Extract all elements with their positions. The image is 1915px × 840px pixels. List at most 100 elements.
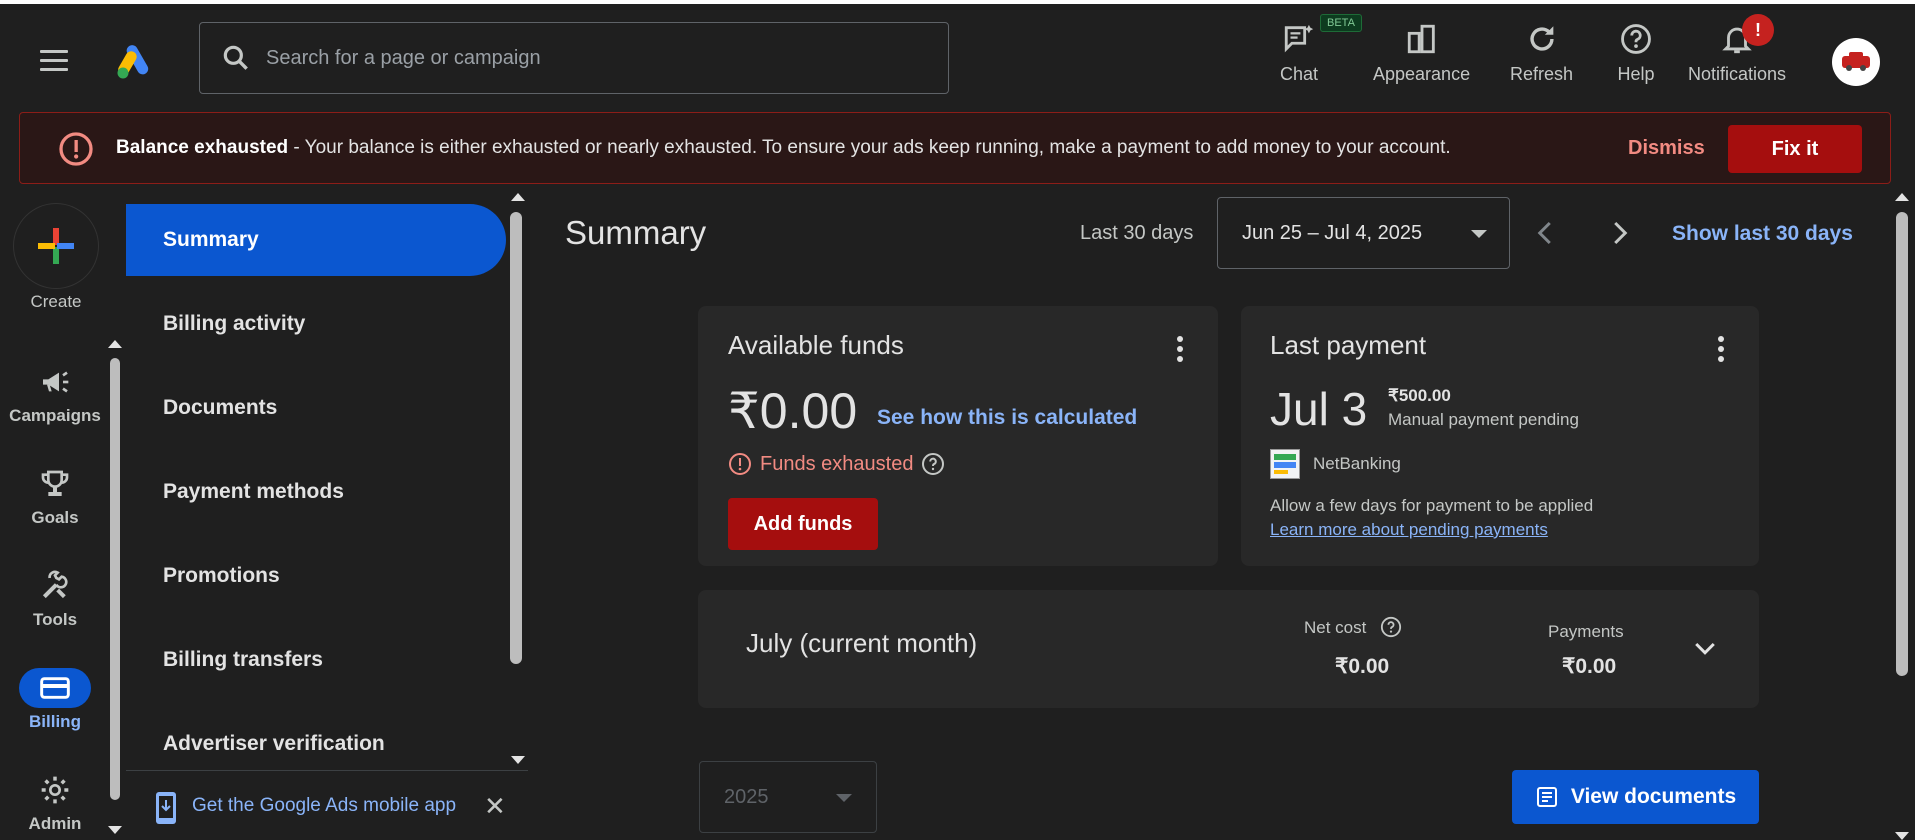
- rail-item-campaigns[interactable]: Campaigns: [0, 362, 110, 426]
- search-icon: [223, 45, 248, 70]
- show-last-30-days-link[interactable]: Show last 30 days: [1672, 222, 1853, 246]
- rail-item-billing[interactable]: Billing: [0, 668, 110, 732]
- payments-value: ₹0.00: [1562, 655, 1617, 678]
- top-app-bar: Search for a page or campaign Chat BETA …: [0, 4, 1915, 108]
- see-how-calculated-link[interactable]: See how this is calculated: [877, 406, 1137, 430]
- notifications-badge: !: [1742, 14, 1774, 46]
- subnav-item-advertiser-verification[interactable]: Advertiser verification: [126, 708, 506, 768]
- main-menu-icon[interactable]: [36, 44, 72, 80]
- available-funds-card: Available funds ₹0.00 See how this is ca…: [698, 306, 1218, 566]
- pending-payments-link[interactable]: Learn more about pending payments: [1270, 520, 1548, 540]
- banner-title: Balance exhausted: [116, 137, 289, 158]
- rail-label-campaigns: Campaigns: [9, 406, 101, 425]
- available-funds-value: ₹0.00: [728, 383, 858, 439]
- net-cost-label: Net cost: [1304, 618, 1367, 637]
- previous-period-icon[interactable]: [1531, 218, 1561, 248]
- create-label: Create: [30, 292, 82, 311]
- subnav-item-promotions[interactable]: Promotions: [126, 540, 506, 612]
- payment-method-name: NetBanking: [1313, 454, 1401, 473]
- caret-down-icon: [1471, 230, 1487, 238]
- funds-status: Funds exhausted: [728, 452, 945, 476]
- refresh-button[interactable]: Refresh: [1510, 20, 1573, 85]
- appearance-label: Appearance: [1373, 64, 1471, 84]
- last-payment-amount: ₹500.00: [1388, 386, 1451, 405]
- error-icon: [59, 132, 93, 166]
- subnav-item-documents[interactable]: Documents: [126, 372, 506, 444]
- dismiss-button[interactable]: Dismiss: [1628, 137, 1705, 160]
- chat-label: Chat: [1280, 64, 1319, 84]
- rail-scrollbar[interactable]: [110, 358, 120, 800]
- balance-alert-banner: Balance exhausted - Your balance is eith…: [19, 112, 1891, 184]
- help-icon: [1621, 24, 1651, 54]
- help-icon[interactable]: [1380, 616, 1402, 638]
- rail-item-admin[interactable]: Admin: [0, 770, 110, 834]
- plus-icon: [38, 228, 74, 264]
- page-title: Summary: [565, 214, 707, 251]
- last-payment-date: Jul 3: [1270, 383, 1368, 435]
- caret-down-icon: [836, 794, 852, 802]
- main-scrollbar[interactable]: [1896, 212, 1908, 676]
- last-payment-title: Last payment: [1270, 330, 1427, 360]
- error-icon: [729, 453, 751, 475]
- rail-item-tools[interactable]: Tools: [0, 566, 110, 630]
- document-icon: [1536, 787, 1557, 807]
- beta-badge: BETA: [1320, 14, 1362, 32]
- rail-label-tools: Tools: [32, 610, 78, 629]
- payments-label: Payments: [1548, 622, 1624, 641]
- account-avatar[interactable]: [1832, 38, 1880, 86]
- rail-scroll-down[interactable]: [108, 826, 122, 834]
- net-cost-value: ₹0.00: [1335, 655, 1390, 678]
- banner-message: - Your balance is either exhausted or ne…: [288, 137, 1451, 158]
- subnav-item-payment-methods[interactable]: Payment methods: [126, 456, 506, 528]
- subnav-item-billing-activity[interactable]: Billing activity: [126, 288, 506, 360]
- subnav-scrollbar[interactable]: [510, 212, 522, 664]
- year-value: 2025: [724, 785, 769, 808]
- rail-item-goals[interactable]: Goals: [0, 464, 110, 528]
- more-options-icon[interactable]: [1711, 334, 1731, 364]
- view-documents-label: View documents: [1570, 785, 1737, 808]
- refresh-label: Refresh: [1510, 64, 1574, 84]
- google-ads-logo[interactable]: [114, 40, 156, 82]
- available-funds-title: Available funds: [728, 330, 904, 360]
- notifications-label: Notifications: [1688, 64, 1787, 84]
- funds-status-text: Funds exhausted: [760, 452, 914, 475]
- create-button[interactable]: [14, 204, 98, 288]
- appearance-button[interactable]: Appearance: [1373, 20, 1470, 85]
- add-funds-button[interactable]: Add funds: [728, 498, 878, 550]
- main-scroll-down[interactable]: [1895, 832, 1909, 840]
- current-month-card[interactable]: July (current month) Net cost ₹0.00 Paym…: [698, 590, 1759, 708]
- credit-card-icon: [40, 677, 70, 699]
- rail-label-admin: Admin: [28, 814, 82, 833]
- next-period-icon[interactable]: [1604, 218, 1634, 248]
- fix-it-button[interactable]: Fix it: [1728, 125, 1862, 173]
- more-options-icon[interactable]: [1170, 334, 1190, 364]
- banner-text: Balance exhausted - Your balance is eith…: [116, 137, 1451, 159]
- date-range-select[interactable]: Jun 25 – Jul 4, 2025: [1217, 197, 1510, 269]
- last-payment-status: Manual payment pending: [1388, 410, 1579, 429]
- mobile-app-link[interactable]: Get the Google Ads mobile app: [192, 795, 456, 817]
- help-icon[interactable]: [921, 452, 945, 476]
- refresh-icon: [1529, 26, 1554, 51]
- subnav-item-billing-transfers[interactable]: Billing transfers: [126, 624, 506, 696]
- close-icon[interactable]: ✕: [484, 791, 506, 822]
- date-range-label: Last 30 days: [1080, 222, 1194, 244]
- phone-icon: [156, 792, 176, 824]
- billing-subnav: Summary Billing activity Documents Payme…: [126, 196, 526, 768]
- mobile-app-promo: Get the Google Ads mobile app ✕: [126, 770, 528, 838]
- year-select: 2025: [699, 761, 877, 833]
- view-documents-button[interactable]: View documents: [1512, 770, 1759, 824]
- gear-icon: [41, 776, 69, 804]
- help-label: Help: [1617, 64, 1655, 84]
- help-button[interactable]: Help: [1617, 20, 1655, 85]
- main-scroll-up[interactable]: [1895, 193, 1909, 201]
- month-title: July (current month): [746, 628, 978, 658]
- rail-label-goals: Goals: [31, 508, 79, 527]
- search-input[interactable]: Search for a page or campaign: [199, 22, 949, 94]
- payment-note: Allow a few days for payment to be appli…: [1270, 496, 1594, 515]
- subnav-item-summary[interactable]: Summary: [126, 204, 506, 276]
- subnav-scroll-down[interactable]: [511, 756, 525, 764]
- rail-scroll-up[interactable]: [108, 340, 122, 348]
- chevron-down-icon[interactable]: [1690, 634, 1720, 664]
- chat-button[interactable]: Chat: [1280, 20, 1318, 85]
- account-logo-icon: [1842, 52, 1870, 71]
